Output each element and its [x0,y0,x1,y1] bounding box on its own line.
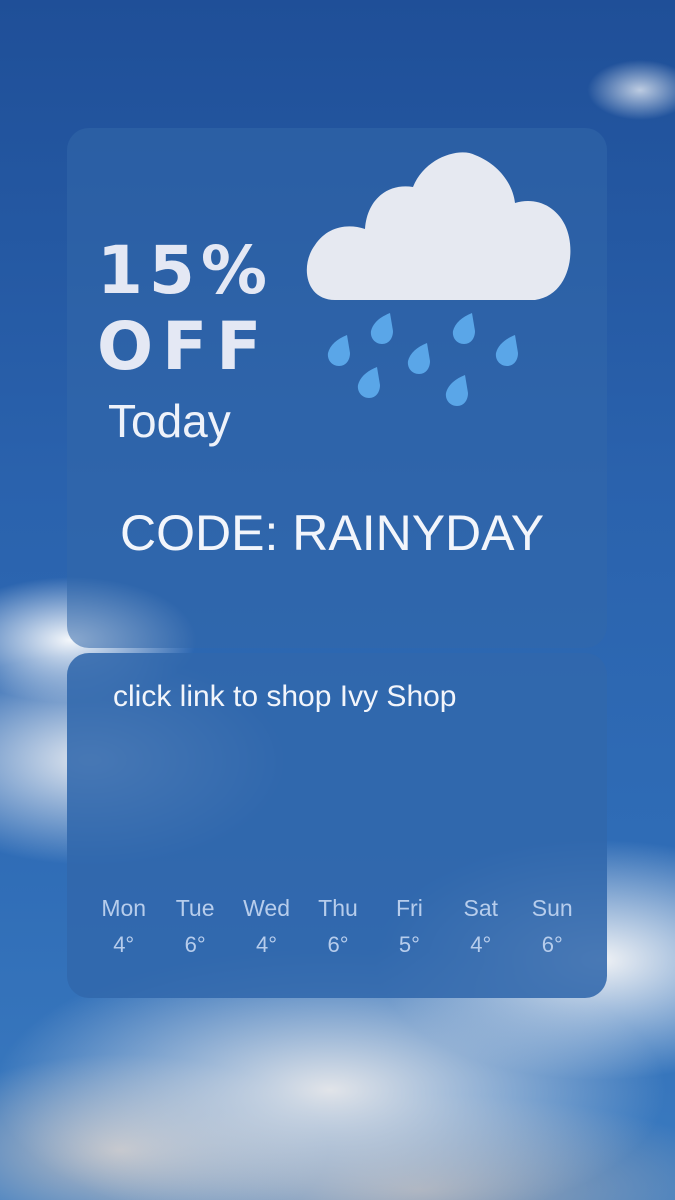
day-temperature: 4° [113,932,135,957]
rain-cloud-icon [306,152,571,406]
discount-off-label: OFF [97,308,271,385]
forecast-day: Thu 6° [302,897,373,956]
raindrop [445,375,468,406]
day-name: Mon [101,895,147,921]
forecast-day: Sat 4° [445,897,516,956]
day-temperature: 6° [184,932,206,957]
promo-code: CODE: RAINYDAY [120,505,545,561]
shop-link[interactable]: click link to shop Ivy Shop [113,682,457,712]
day-temperature: 5° [398,932,420,957]
raindrop [327,335,350,366]
forecast-day: Wed 4° [231,897,302,956]
day-name: Sat [463,895,499,921]
discount-today-label: Today [108,395,231,447]
day-temperature: 4° [470,932,492,957]
raindrop [357,367,380,398]
day-temperature: 4° [256,932,278,957]
day-name: Fri [395,895,423,921]
cloud-shape [306,152,571,300]
forecast-day: Mon 4° [88,897,159,956]
day-name: Thu [318,895,358,921]
forecast-day: Fri 5° [374,897,445,956]
raindrop [370,313,393,344]
day-temperature: 6° [327,932,349,957]
forecast-day: Tue 6° [159,897,230,956]
discount-percent: 15% [97,232,273,309]
forecast-day: Sun 6° [517,897,588,956]
day-name: Sun [531,895,573,921]
day-temperature: 6° [541,932,563,957]
raindrop [452,313,475,344]
raindrop [495,335,518,366]
raindrop [407,343,430,374]
day-name: Tue [175,895,215,921]
day-name: Wed [243,895,290,921]
weekly-forecast: Mon 4° Tue 6° Wed 4° Thu 6° Fri 5° Sat 4… [88,897,588,956]
